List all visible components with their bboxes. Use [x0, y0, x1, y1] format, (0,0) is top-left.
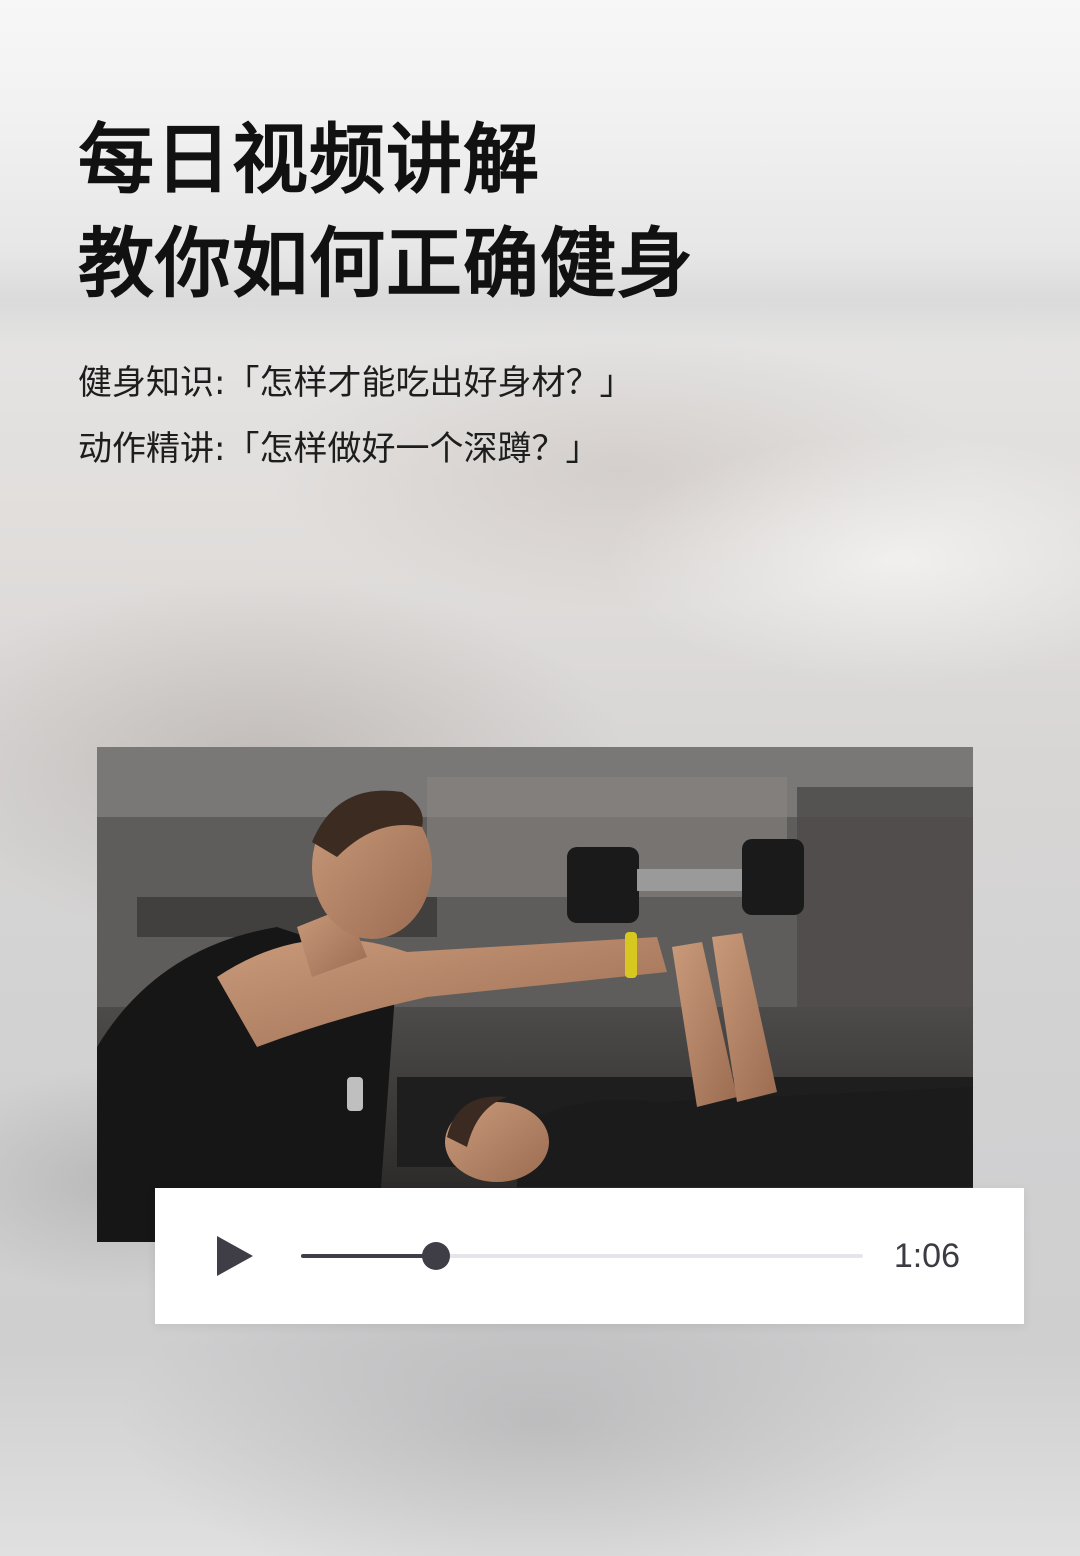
video-thumbnail[interactable] [97, 747, 973, 1242]
title-line-2: 教你如何正确健身 [78, 219, 694, 308]
progress-thumb[interactable] [421, 1242, 450, 1270]
duration-label: 1:06 [893, 1237, 960, 1275]
title-line-1: 每日视频讲解 [78, 115, 540, 204]
topic-knowledge: 健身知识:「怎样才能吃出好身材？」 [78, 363, 634, 403]
play-icon [217, 1236, 253, 1276]
topic-list: 健身知识:「怎样才能吃出好身材？」 动作精讲:「怎样做好一个深蹲？」 [78, 350, 633, 482]
progress-track[interactable] [301, 1242, 863, 1270]
play-button[interactable] [211, 1232, 259, 1280]
video-player-controls: 1:06 [155, 1188, 1024, 1324]
topic-exercise: 动作精讲:「怎样做好一个深蹲？」 [78, 429, 600, 469]
gym-photo-illustration [97, 747, 973, 1242]
progress-fill [301, 1254, 436, 1258]
page-title: 每日视频讲解 教你如何正确健身 [78, 108, 694, 316]
